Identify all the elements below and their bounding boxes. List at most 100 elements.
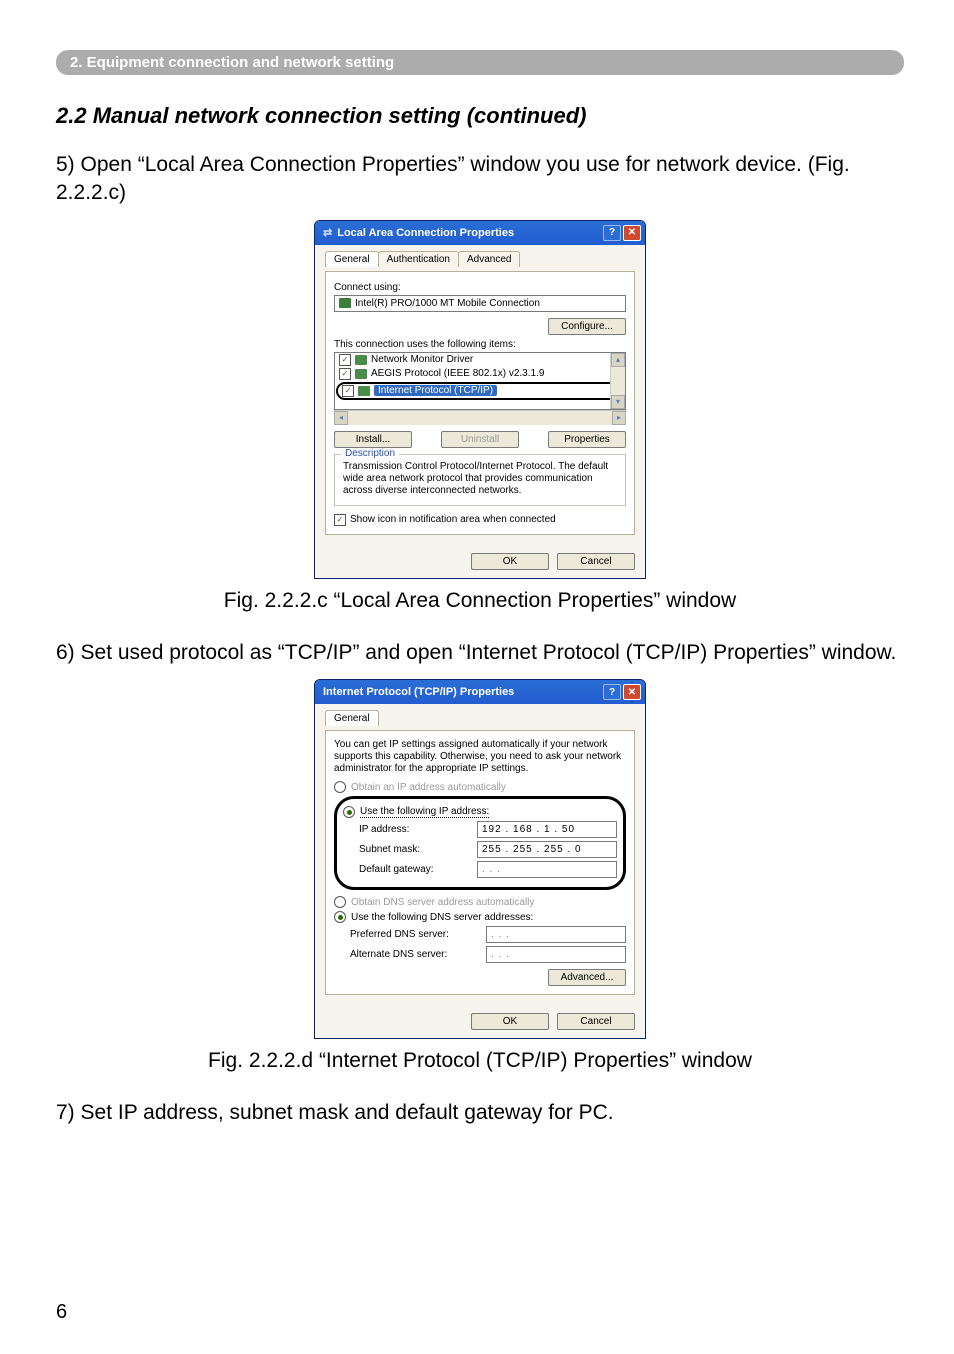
connect-using-label: Connect using: <box>334 282 626 293</box>
alt-dns-label: Alternate DNS server: <box>350 949 447 960</box>
dialog1-wrap: ⇄ Local Area Connection Properties ? ✕ G… <box>56 220 904 579</box>
install-button[interactable]: Install... <box>334 431 412 448</box>
radio-icon <box>334 781 346 793</box>
checkbox-icon[interactable]: ✓ <box>339 354 351 366</box>
page-number: 6 <box>56 1301 67 1324</box>
alt-dns-row: Alternate DNS server: . . . <box>350 946 626 963</box>
step-7: 7) Set IP address, subnet mask and defau… <box>56 1099 904 1127</box>
tab-advanced[interactable]: Advanced <box>458 251 520 267</box>
checkbox-icon[interactable]: ✓ <box>339 368 351 380</box>
advanced-row: Advanced... <box>334 969 626 986</box>
tab-general[interactable]: General <box>325 710 379 726</box>
pref-dns-input[interactable]: . . . <box>486 926 626 943</box>
page: 2. Equipment connection and network sett… <box>0 0 954 1354</box>
radio-dns-manual[interactable]: Use the following DNS server addresses: <box>334 911 626 923</box>
items-label: This connection uses the following items… <box>334 339 626 350</box>
adapter-name: Intel(R) PRO/1000 MT Mobile Connection <box>355 298 540 309</box>
radio-icon <box>334 896 346 908</box>
scroll-up-icon[interactable]: ▴ <box>611 353 625 367</box>
intro-text: You can get IP settings assigned automat… <box>334 739 626 775</box>
pref-dns-row: Preferred DNS server: . . . <box>350 926 626 943</box>
ip-input[interactable]: 192 . 168 . 1 . 50 <box>477 821 617 838</box>
tabs: General <box>325 710 635 726</box>
step-5: 5) Open “Local Area Connection Propertie… <box>56 151 904 208</box>
items-listbox[interactable]: ✓ Network Monitor Driver ✓ AEGIS Protoco… <box>334 352 626 410</box>
description-legend: Description <box>341 448 399 459</box>
cancel-button[interactable]: Cancel <box>557 1013 635 1030</box>
network-icon: ⇄ <box>323 226 332 239</box>
radio-label: Obtain DNS server address automatically <box>351 897 534 908</box>
scroll-right-icon[interactable]: ▸ <box>612 411 626 425</box>
dialog-body: General Authentication Advanced Connect … <box>315 245 645 545</box>
tab-authentication[interactable]: Authentication <box>378 251 459 267</box>
configure-row: Configure... <box>334 318 626 335</box>
checkbox-icon[interactable]: ✓ <box>342 385 354 397</box>
radio-obtain-auto[interactable]: Obtain an IP address automatically <box>334 781 626 793</box>
dialog-buttons: OK Cancel <box>315 545 645 578</box>
ip-address-row: IP address: 192 . 168 . 1 . 50 <box>359 821 617 838</box>
help-button[interactable]: ? <box>603 684 621 700</box>
checkbox-icon[interactable]: ✓ <box>334 514 346 526</box>
protocol-icon <box>355 355 367 365</box>
protocol-icon <box>355 369 367 379</box>
show-icon-label: Show icon in notification area when conn… <box>350 514 556 525</box>
tab-general[interactable]: General <box>325 251 379 267</box>
tcpip-properties-window: Internet Protocol (TCP/IP) Properties ? … <box>314 679 646 1039</box>
dialog-body: General You can get IP settings assigned… <box>315 704 645 1005</box>
ip-label: IP address: <box>359 824 409 835</box>
section-heading: 2.2 Manual network connection setting (c… <box>56 103 904 129</box>
list-item[interactable]: ✓ Network Monitor Driver <box>335 353 625 367</box>
close-button[interactable]: ✕ <box>623 684 641 700</box>
advanced-button[interactable]: Advanced... <box>548 969 626 986</box>
figure-caption-2: Fig. 2.2.2.d “Internet Protocol (TCP/IP)… <box>56 1049 904 1073</box>
configure-button[interactable]: Configure... <box>548 318 626 335</box>
subnet-row: Subnet mask: 255 . 255 . 255 . 0 <box>359 841 617 858</box>
description-group: Description Transmission Control Protoco… <box>334 454 626 506</box>
radio-label: Use the following IP address: <box>360 806 489 818</box>
step-6: 6) Set used protocol as “TCP/IP” and ope… <box>56 639 904 667</box>
gateway-input[interactable]: . . . <box>477 861 617 878</box>
dialog-buttons: OK Cancel <box>315 1005 645 1038</box>
ok-button[interactable]: OK <box>471 553 549 570</box>
adapter-icon <box>339 298 351 308</box>
scroll-down-icon[interactable]: ▾ <box>611 395 625 409</box>
description-text: Transmission Control Protocol/Internet P… <box>343 461 617 497</box>
ok-button[interactable]: OK <box>471 1013 549 1030</box>
tab-panel: Connect using: Intel(R) PRO/1000 MT Mobi… <box>325 271 635 535</box>
tabs: General Authentication Advanced <box>325 251 635 267</box>
item-label: Network Monitor Driver <box>371 354 473 365</box>
adapter-box: Intel(R) PRO/1000 MT Mobile Connection <box>334 295 626 312</box>
properties-button[interactable]: Properties <box>548 431 626 448</box>
cancel-button[interactable]: Cancel <box>557 553 635 570</box>
alt-dns-input[interactable]: . . . <box>486 946 626 963</box>
dialog2-wrap: Internet Protocol (TCP/IP) Properties ? … <box>56 679 904 1039</box>
radio-use-following-ip[interactable]: Use the following IP address: <box>343 806 617 818</box>
pref-dns-label: Preferred DNS server: <box>350 929 449 940</box>
list-item-selected[interactable]: ✓ Internet Protocol (TCP/IP) <box>336 382 624 400</box>
tab-panel: You can get IP settings assigned automat… <box>325 730 635 995</box>
uninstall-button[interactable]: Uninstall <box>441 431 519 448</box>
close-button[interactable]: ✕ <box>623 225 641 241</box>
item-label: Internet Protocol (TCP/IP) <box>374 385 497 396</box>
show-icon-check[interactable]: ✓ Show icon in notification area when co… <box>334 514 626 526</box>
gateway-row: Default gateway: . . . <box>359 861 617 878</box>
item-label: AEGIS Protocol (IEEE 802.1x) v2.3.1.9 <box>371 368 544 379</box>
subnet-label: Subnet mask: <box>359 844 420 855</box>
lan-properties-window: ⇄ Local Area Connection Properties ? ✕ G… <box>314 220 646 579</box>
subnet-input[interactable]: 255 . 255 . 255 . 0 <box>477 841 617 858</box>
radio-icon <box>334 911 346 923</box>
list-item[interactable]: ✓ AEGIS Protocol (IEEE 802.1x) v2.3.1.9 <box>335 367 625 381</box>
scroll-left-icon[interactable]: ◂ <box>334 411 348 425</box>
hscrollbar[interactable]: ◂ ▸ <box>334 410 626 425</box>
titlebar-buttons: ? ✕ <box>603 684 641 700</box>
gateway-label: Default gateway: <box>359 864 434 875</box>
help-button[interactable]: ? <box>603 225 621 241</box>
figure-caption-1: Fig. 2.2.2.c “Local Area Connection Prop… <box>56 589 904 613</box>
vscrollbar[interactable]: ▴ ▾ <box>610 353 625 409</box>
section-bar: 2. Equipment connection and network sett… <box>56 50 904 75</box>
radio-icon <box>343 806 355 818</box>
titlebar-buttons: ? ✕ <box>603 225 641 241</box>
titlebar: ⇄ Local Area Connection Properties ? ✕ <box>315 221 645 245</box>
radio-label: Obtain an IP address automatically <box>351 782 506 793</box>
list-buttons: Install... Uninstall Properties <box>334 431 626 448</box>
